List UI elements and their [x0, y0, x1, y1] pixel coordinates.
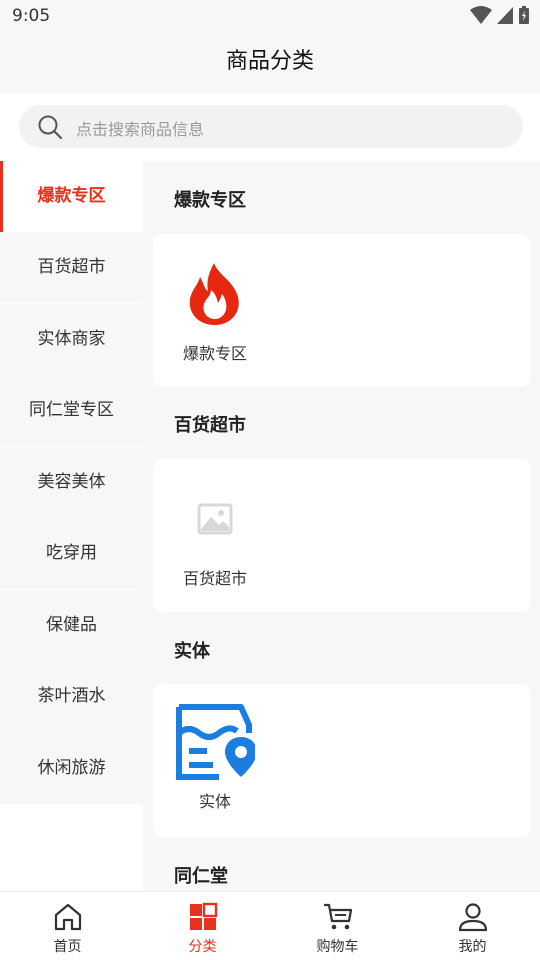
sidebar-item-label: 实体商家	[37, 329, 106, 349]
sidebar-item-beauty[interactable]: 美容美体	[0, 447, 143, 518]
image-placeholder-icon	[197, 503, 233, 535]
signal-icon	[497, 7, 513, 24]
category-item[interactable]: 百货超市	[175, 479, 255, 589]
nav-label: 我的	[458, 939, 487, 955]
battery-icon	[519, 6, 529, 24]
search-area: 点击搜索商品信息	[0, 93, 540, 161]
nav-home[interactable]: 首页	[0, 892, 135, 960]
category-item[interactable]: 爆款专区	[175, 254, 255, 364]
page-title: 商品分类	[225, 49, 314, 74]
search-placeholder: 点击搜索商品信息	[76, 120, 205, 139]
sidebar-item-hot[interactable]: 爆款专区	[0, 161, 143, 232]
section-title: 实体	[174, 641, 210, 662]
category-item-label: 百货超市	[182, 569, 247, 588]
sidebar-item-travel[interactable]: 休闲旅游	[0, 733, 143, 804]
status-bar: 9:05	[0, 0, 540, 32]
section-title: 同仁堂	[174, 866, 228, 887]
store-location-icon	[176, 704, 255, 780]
section-title: 百货超市	[174, 415, 246, 436]
nav-label: 首页	[53, 939, 82, 955]
active-indicator	[0, 161, 3, 232]
sidebar-item-label: 爆款专区	[37, 186, 106, 206]
home-icon	[54, 903, 82, 931]
category-grid-icon	[190, 902, 218, 930]
sidebar-item-health[interactable]: 保健品	[0, 590, 143, 661]
nav-label: 分类	[188, 939, 217, 955]
page-header: 商品分类	[0, 32, 540, 93]
category-sidebar: 爆款专区 百货超市 实体商家 同仁堂专区 美容美体 吃穿用 保健品 茶叶酒水 休…	[0, 161, 143, 891]
wifi-icon	[470, 6, 492, 24]
category-content: 爆款专区 爆款专区 百货超市 百货超市 实体 实体 同仁堂	[143, 161, 540, 891]
sidebar-item-label: 茶叶酒水	[37, 686, 106, 706]
sidebar-item-label: 美容美体	[37, 472, 106, 492]
cart-icon	[324, 903, 353, 930]
category-item[interactable]: 实体	[175, 702, 255, 812]
nav-cart[interactable]: 购物车	[270, 892, 405, 960]
search-input[interactable]: 点击搜索商品信息	[19, 105, 523, 148]
sidebar-item-label: 百货超市	[37, 257, 106, 277]
sidebar-item-tongrentang[interactable]: 同仁堂专区	[0, 375, 143, 446]
fire-icon	[189, 263, 239, 325]
section-title: 爆款专区	[174, 190, 246, 211]
nav-label: 购物车	[316, 939, 359, 955]
sidebar-item-stores[interactable]: 实体商家	[0, 304, 143, 375]
sidebar-item-label: 吃穿用	[46, 543, 97, 563]
user-icon	[458, 903, 488, 932]
sidebar-item-label: 保健品	[46, 615, 97, 635]
category-item-label: 爆款专区	[182, 344, 247, 363]
status-icons	[470, 5, 530, 25]
nav-category[interactable]: 分类	[135, 892, 270, 960]
sidebar-item-supermarket[interactable]: 百货超市	[0, 232, 143, 303]
search-icon	[38, 115, 63, 140]
category-card: 百货超市	[153, 459, 531, 612]
category-card: 爆款专区	[153, 234, 531, 387]
bottom-nav: 首页 分类 购物车 我的	[0, 891, 540, 960]
nav-profile[interactable]: 我的	[405, 892, 540, 960]
sidebar-item-daily[interactable]: 吃穿用	[0, 518, 143, 589]
sidebar-item-label: 休闲旅游	[37, 758, 106, 778]
category-card: 实体	[153, 684, 531, 837]
category-item-label: 实体	[198, 792, 231, 811]
sidebar-item-tea-wine[interactable]: 茶叶酒水	[0, 661, 143, 732]
status-time: 9:05	[12, 6, 51, 26]
sidebar-item-label: 同仁堂专区	[29, 400, 114, 420]
